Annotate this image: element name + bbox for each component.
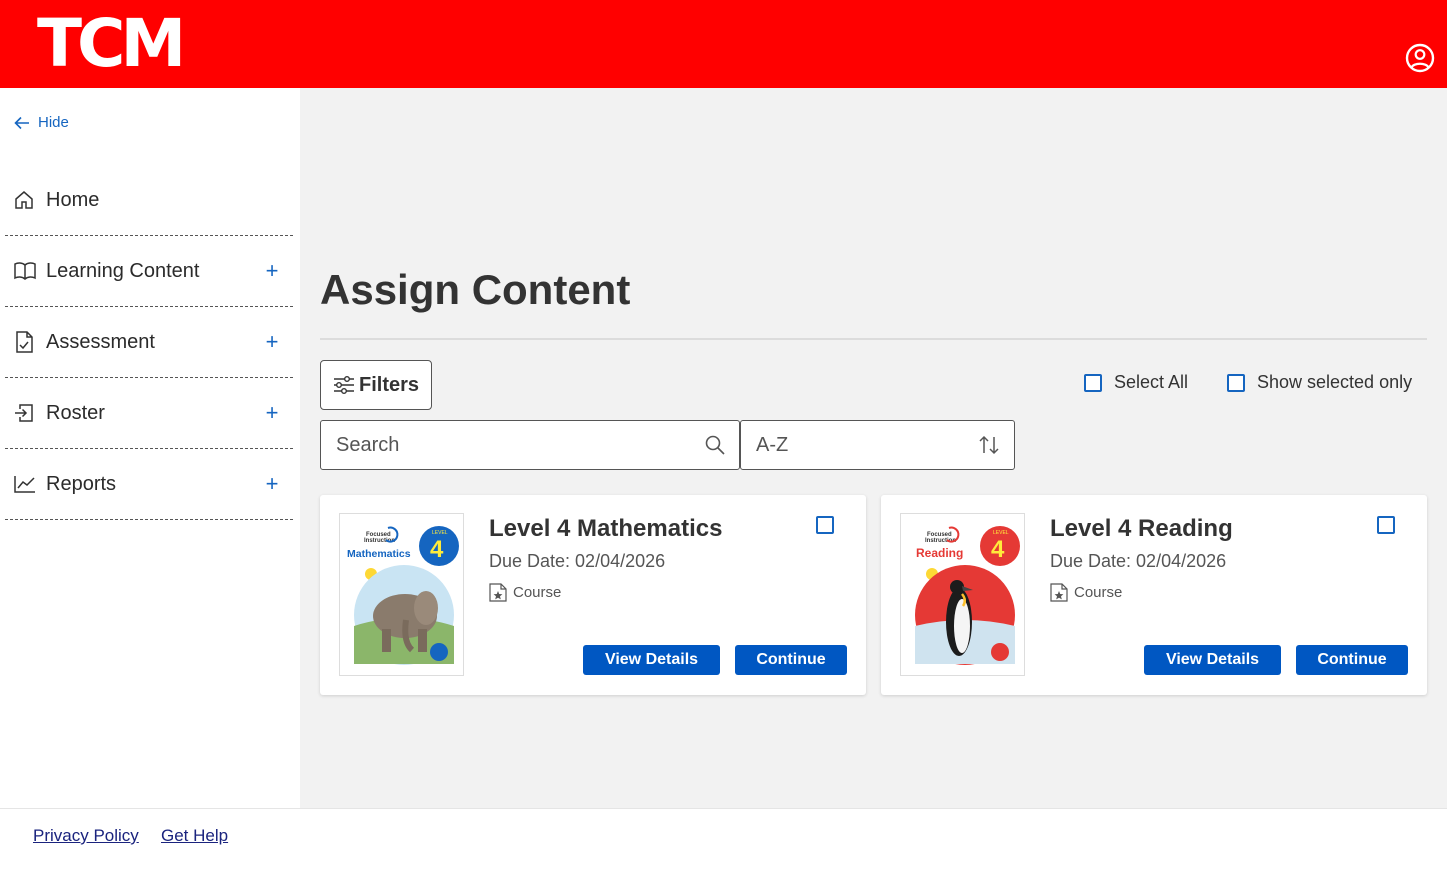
cover-subject: Reading bbox=[916, 546, 963, 560]
search-box bbox=[320, 420, 740, 470]
get-help-link[interactable]: Get Help bbox=[161, 826, 228, 846]
show-selected-checkbox[interactable] bbox=[1227, 373, 1245, 392]
course-icon bbox=[489, 583, 507, 602]
sidebar-item-assessment[interactable]: Assessment + bbox=[5, 307, 293, 378]
reports-chart-icon bbox=[14, 473, 36, 495]
filters-button[interactable]: Filters bbox=[320, 360, 432, 410]
footer: Privacy Policy Get Help bbox=[0, 808, 1447, 869]
home-icon bbox=[14, 189, 36, 211]
card-due-date: Due Date: 02/04/2026 bbox=[1050, 551, 1227, 571]
card-type: Course bbox=[1050, 583, 1122, 602]
content-card: Focused Instruction Mathematics LEVEL 4 … bbox=[320, 495, 866, 695]
select-all-checkbox[interactable] bbox=[1084, 373, 1102, 392]
mathematics-cover-image: Focused Instruction Mathematics LEVEL 4 bbox=[339, 513, 464, 676]
sidebar-item-roster[interactable]: Roster + bbox=[5, 378, 293, 449]
expand-plus-icon[interactable]: + bbox=[261, 329, 283, 355]
sidebar-nav: Hide Home Learning Content + Assessment … bbox=[0, 88, 300, 808]
sidebar-item-reports[interactable]: Reports + bbox=[5, 449, 293, 520]
user-circle-icon[interactable] bbox=[1405, 43, 1435, 73]
continue-button[interactable]: Continue bbox=[735, 645, 847, 675]
main-content: Assign Content Filters Select All Show s… bbox=[300, 88, 1447, 808]
page-title: Assign Content bbox=[320, 266, 631, 313]
search-icon[interactable] bbox=[705, 435, 725, 455]
card-type-label: Course bbox=[513, 584, 562, 601]
view-details-button[interactable]: View Details bbox=[1144, 645, 1281, 675]
cover-subject: Mathematics bbox=[347, 548, 411, 560]
sidebar-item-label: Home bbox=[46, 188, 100, 211]
sidebar-item-learning-content[interactable]: Learning Content + bbox=[5, 236, 293, 307]
cover-level-number: 4 bbox=[991, 536, 1005, 563]
cover-level-number: 4 bbox=[430, 536, 444, 563]
show-selected-label: Show selected only bbox=[1257, 372, 1413, 392]
view-details-button[interactable]: View Details bbox=[583, 645, 720, 675]
sliders-icon bbox=[333, 376, 354, 394]
top-header: TCM bbox=[0, 0, 1447, 88]
arrow-left-icon bbox=[14, 116, 29, 129]
sidebar-item-label: Assessment bbox=[46, 330, 155, 353]
search-input[interactable] bbox=[336, 433, 705, 457]
expand-plus-icon[interactable]: + bbox=[261, 471, 283, 497]
sidebar-item-home[interactable]: Home bbox=[5, 165, 293, 236]
expand-plus-icon[interactable]: + bbox=[261, 258, 283, 284]
reading-cover-image: Focused Instruction Reading LEVEL 4 bbox=[900, 513, 1025, 676]
filters-label: Filters bbox=[358, 373, 420, 396]
card-select-checkbox[interactable] bbox=[1377, 516, 1395, 534]
sort-value: A-Z bbox=[756, 433, 789, 456]
sidebar-item-label: Roster bbox=[46, 401, 105, 424]
continue-button[interactable]: Continue bbox=[1296, 645, 1408, 675]
content-card: Focused Instruction Reading LEVEL 4 Leve… bbox=[881, 495, 1427, 695]
course-icon bbox=[1050, 583, 1068, 602]
show-selected-option[interactable]: Show selected only bbox=[1227, 372, 1412, 393]
sort-select[interactable]: A-Z bbox=[740, 420, 1015, 470]
card-select-checkbox[interactable] bbox=[816, 516, 834, 534]
sidebar-item-label: Reports bbox=[46, 472, 117, 495]
title-divider bbox=[320, 338, 1427, 340]
card-type: Course bbox=[489, 583, 561, 602]
assessment-icon bbox=[14, 331, 36, 353]
tcm-logo[interactable]: TCM bbox=[37, 6, 186, 82]
expand-plus-icon[interactable]: + bbox=[261, 400, 283, 426]
select-all-option[interactable]: Select All bbox=[1084, 372, 1188, 393]
roster-icon bbox=[14, 402, 36, 424]
privacy-policy-link[interactable]: Privacy Policy bbox=[33, 826, 139, 846]
card-type-label: Course bbox=[1074, 584, 1123, 601]
card-title: Level 4 Mathematics bbox=[489, 515, 723, 542]
sidebar-item-label: Learning Content bbox=[46, 259, 200, 282]
sort-arrows-icon bbox=[979, 435, 999, 455]
card-title: Level 4 Reading bbox=[1050, 515, 1233, 542]
book-icon bbox=[14, 260, 36, 282]
select-all-label: Select All bbox=[1114, 372, 1189, 392]
hide-sidebar-button[interactable]: Hide bbox=[14, 114, 69, 131]
card-due-date: Due Date: 02/04/2026 bbox=[489, 551, 666, 571]
hide-label: Hide bbox=[38, 114, 69, 131]
